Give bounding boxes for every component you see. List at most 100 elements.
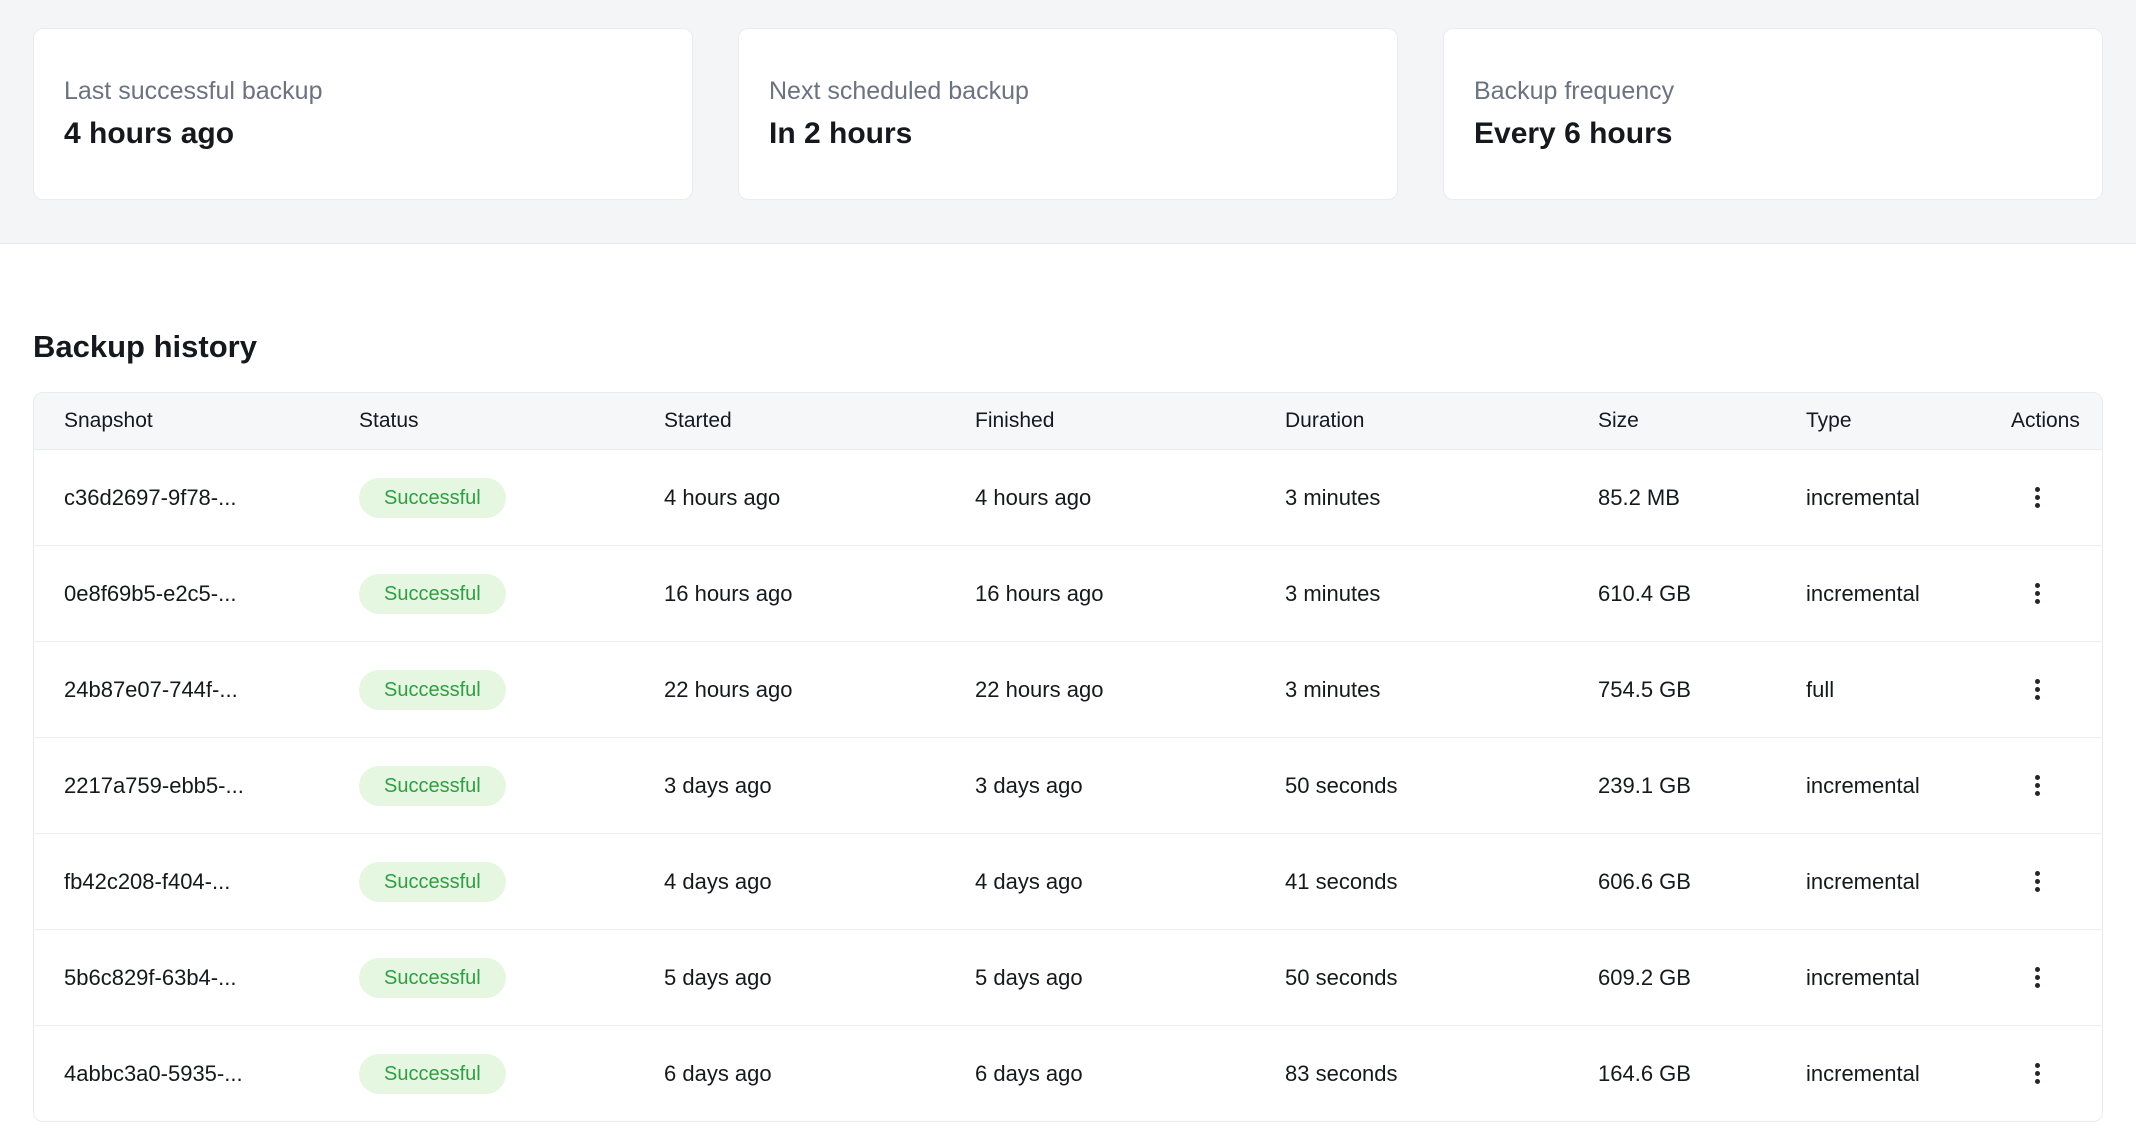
- actions-cell: [2011, 479, 2102, 516]
- status-cell: Successful: [359, 766, 664, 806]
- type-cell: full: [1806, 677, 2011, 703]
- size-cell: 239.1 GB: [1598, 773, 1806, 799]
- snapshot-id: c36d2697-9f78-...: [64, 485, 359, 511]
- stat-card-backup-frequency: Backup frequency Every 6 hours: [1443, 28, 2103, 200]
- size-cell: 609.2 GB: [1598, 965, 1806, 991]
- finished-cell: 3 days ago: [975, 773, 1285, 799]
- stat-label: Backup frequency: [1474, 76, 2072, 106]
- status-cell: Successful: [359, 958, 664, 998]
- status-badge: Successful: [359, 478, 506, 518]
- snapshot-id: 0e8f69b5-e2c5-...: [64, 581, 359, 607]
- started-cell: 4 days ago: [664, 869, 975, 895]
- type-cell: incremental: [1806, 773, 2011, 799]
- started-cell: 6 days ago: [664, 1061, 975, 1087]
- type-cell: incremental: [1806, 965, 2011, 991]
- duration-cell: 50 seconds: [1285, 773, 1598, 799]
- duration-cell: 50 seconds: [1285, 965, 1598, 991]
- stat-value: Every 6 hours: [1474, 116, 2072, 152]
- actions-cell: [2011, 575, 2102, 612]
- row-actions-kebab-icon[interactable]: [2027, 575, 2048, 612]
- status-cell: Successful: [359, 574, 664, 614]
- stat-card-last-backup: Last successful backup 4 hours ago: [33, 28, 693, 200]
- started-cell: 22 hours ago: [664, 677, 975, 703]
- snapshot-id: fb42c208-f404-...: [64, 869, 359, 895]
- page-title: Backup history: [33, 328, 2103, 365]
- column-header-status: Status: [359, 409, 664, 433]
- size-cell: 85.2 MB: [1598, 485, 1806, 511]
- row-actions-kebab-icon[interactable]: [2027, 767, 2048, 804]
- table-row: 2217a759-ebb5-... Successful 3 days ago …: [34, 738, 2102, 834]
- status-badge: Successful: [359, 958, 506, 998]
- table-row: 4abbc3a0-5935-... Successful 6 days ago …: [34, 1026, 2102, 1121]
- status-badge: Successful: [359, 862, 506, 902]
- status-badge: Successful: [359, 1054, 506, 1094]
- column-header-type: Type: [1806, 409, 2011, 433]
- table-row: 5b6c829f-63b4-... Successful 5 days ago …: [34, 930, 2102, 1026]
- started-cell: 16 hours ago: [664, 581, 975, 607]
- duration-cell: 3 minutes: [1285, 581, 1598, 607]
- type-cell: incremental: [1806, 485, 2011, 511]
- finished-cell: 5 days ago: [975, 965, 1285, 991]
- column-header-finished: Finished: [975, 409, 1285, 433]
- status-badge: Successful: [359, 766, 506, 806]
- snapshot-id: 24b87e07-744f-...: [64, 677, 359, 703]
- table-row: 24b87e07-744f-... Successful 22 hours ag…: [34, 642, 2102, 738]
- table-row: c36d2697-9f78-... Successful 4 hours ago…: [34, 450, 2102, 546]
- stat-value: In 2 hours: [769, 116, 1367, 152]
- row-actions-kebab-icon[interactable]: [2027, 959, 2048, 996]
- duration-cell: 41 seconds: [1285, 869, 1598, 895]
- row-actions-kebab-icon[interactable]: [2027, 671, 2048, 708]
- snapshot-id: 4abbc3a0-5935-...: [64, 1061, 359, 1087]
- stat-label: Next scheduled backup: [769, 76, 1367, 106]
- column-header-duration: Duration: [1285, 409, 1598, 433]
- status-cell: Successful: [359, 862, 664, 902]
- finished-cell: 22 hours ago: [975, 677, 1285, 703]
- size-cell: 164.6 GB: [1598, 1061, 1806, 1087]
- finished-cell: 16 hours ago: [975, 581, 1285, 607]
- duration-cell: 3 minutes: [1285, 677, 1598, 703]
- stat-label: Last successful backup: [64, 76, 662, 106]
- actions-cell: [2011, 1055, 2102, 1092]
- table-header-row: Snapshot Status Started Finished Duratio…: [34, 393, 2102, 450]
- finished-cell: 4 hours ago: [975, 485, 1285, 511]
- duration-cell: 83 seconds: [1285, 1061, 1598, 1087]
- column-header-started: Started: [664, 409, 975, 433]
- row-actions-kebab-icon[interactable]: [2027, 1055, 2048, 1092]
- table-row: 0e8f69b5-e2c5-... Successful 16 hours ag…: [34, 546, 2102, 642]
- size-cell: 606.6 GB: [1598, 869, 1806, 895]
- backup-stats-section: Last successful backup 4 hours ago Next …: [0, 0, 2136, 244]
- backup-history-table: Snapshot Status Started Finished Duratio…: [33, 392, 2103, 1122]
- finished-cell: 4 days ago: [975, 869, 1285, 895]
- size-cell: 754.5 GB: [1598, 677, 1806, 703]
- status-badge: Successful: [359, 574, 506, 614]
- started-cell: 4 hours ago: [664, 485, 975, 511]
- table-row: fb42c208-f404-... Successful 4 days ago …: [34, 834, 2102, 930]
- status-cell: Successful: [359, 478, 664, 518]
- row-actions-kebab-icon[interactable]: [2027, 479, 2048, 516]
- type-cell: incremental: [1806, 1061, 2011, 1087]
- duration-cell: 3 minutes: [1285, 485, 1598, 511]
- size-cell: 610.4 GB: [1598, 581, 1806, 607]
- actions-cell: [2011, 671, 2102, 708]
- started-cell: 5 days ago: [664, 965, 975, 991]
- actions-cell: [2011, 959, 2102, 996]
- finished-cell: 6 days ago: [975, 1061, 1285, 1087]
- stat-value: 4 hours ago: [64, 116, 662, 152]
- started-cell: 3 days ago: [664, 773, 975, 799]
- column-header-actions: Actions: [2011, 409, 2102, 433]
- actions-cell: [2011, 767, 2102, 804]
- column-header-size: Size: [1598, 409, 1806, 433]
- status-cell: Successful: [359, 1054, 664, 1094]
- backup-history-section: Backup history Snapshot Status Started F…: [0, 328, 2136, 1122]
- table-body: c36d2697-9f78-... Successful 4 hours ago…: [34, 450, 2102, 1121]
- status-badge: Successful: [359, 670, 506, 710]
- stat-card-next-backup: Next scheduled backup In 2 hours: [738, 28, 1398, 200]
- column-header-snapshot: Snapshot: [64, 409, 359, 433]
- snapshot-id: 5b6c829f-63b4-...: [64, 965, 359, 991]
- status-cell: Successful: [359, 670, 664, 710]
- type-cell: incremental: [1806, 581, 2011, 607]
- type-cell: incremental: [1806, 869, 2011, 895]
- row-actions-kebab-icon[interactable]: [2027, 863, 2048, 900]
- snapshot-id: 2217a759-ebb5-...: [64, 773, 359, 799]
- actions-cell: [2011, 863, 2102, 900]
